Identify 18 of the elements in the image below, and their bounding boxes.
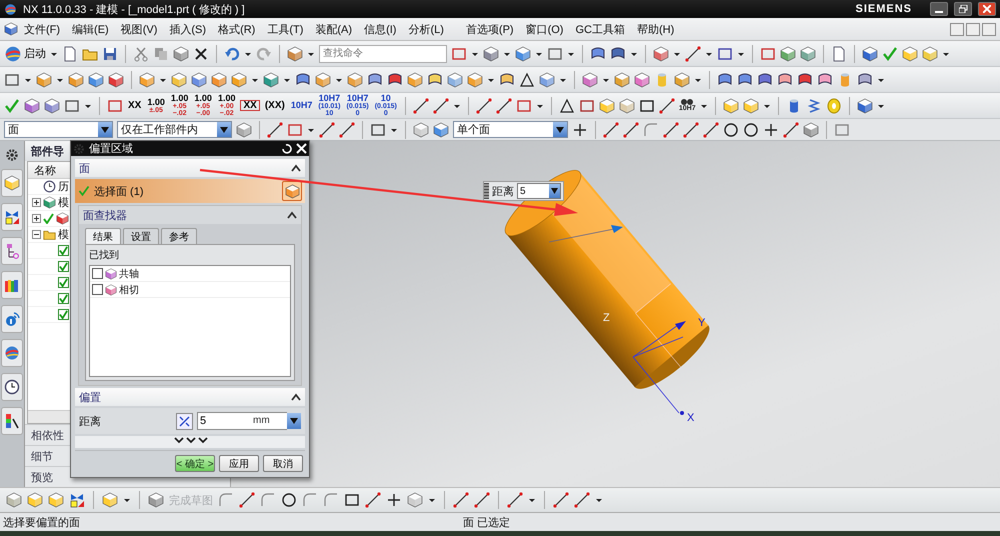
unit-label: mm	[247, 412, 287, 430]
list-item-label: 共轴	[119, 268, 139, 280]
axis-label: Z	[603, 312, 610, 324]
group-title: 面	[79, 162, 90, 176]
list-label: 已找到	[89, 248, 120, 262]
row-label: 选择面 (1)	[94, 184, 144, 198]
group-title: 面查找器	[83, 208, 127, 222]
field-label: 距离	[492, 184, 514, 198]
selection-status: 面 已选定	[463, 516, 510, 530]
axis-label: Y	[698, 317, 706, 329]
window-title: NX 11.0.0.33 - 建模 - [_model1.prt ( 修改的 ) ]	[23, 2, 246, 16]
group-title: 偏置	[79, 390, 101, 404]
axis-label: X	[687, 412, 694, 424]
status-prompt: 选择要偏置的面	[2, 516, 81, 530]
brand-logo: SIEMENS	[855, 3, 912, 15]
list-item-label: 相切	[119, 284, 139, 296]
field-label: 距离	[79, 414, 102, 428]
dialog-title: 偏置区域	[89, 142, 134, 156]
